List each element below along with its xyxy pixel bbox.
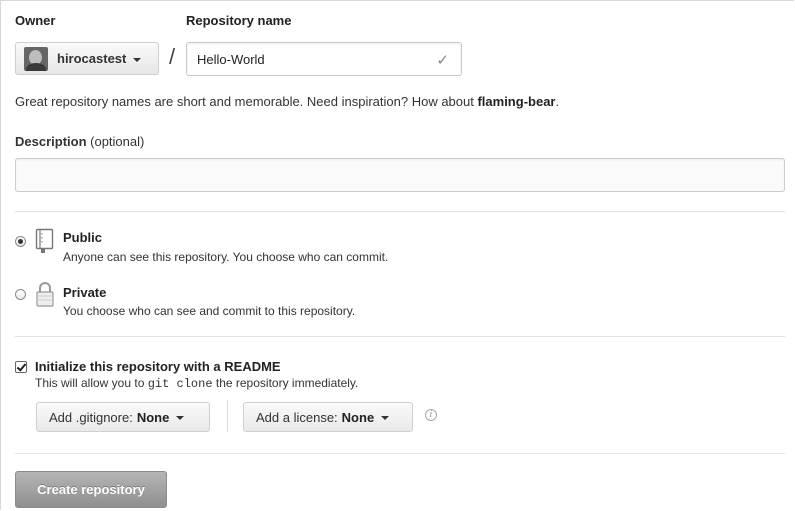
- public-radio[interactable]: [15, 236, 26, 247]
- description-input[interactable]: [15, 158, 785, 192]
- public-description: Anyone can see this repository. You choo…: [63, 250, 389, 264]
- description-label-text: Description: [15, 134, 87, 149]
- hint-end: .: [555, 94, 560, 109]
- owner-label: Owner: [15, 13, 56, 28]
- private-title: Private: [63, 285, 107, 300]
- create-repository-button[interactable]: Create repository: [15, 471, 167, 508]
- chevron-down-icon: [381, 416, 390, 420]
- private-description: You choose who can see and commit to thi…: [63, 304, 356, 318]
- readme-desc-post: the repository immediately.: [215, 376, 359, 390]
- divider: [15, 336, 785, 337]
- hint-text: Great repository names are short and mem…: [15, 94, 478, 109]
- chevron-down-icon: [176, 416, 185, 420]
- divider: [227, 400, 228, 432]
- readme-checkbox[interactable]: [15, 361, 27, 373]
- repo-name-hint: Great repository names are short and mem…: [15, 94, 559, 109]
- divider: [15, 211, 785, 212]
- gitignore-value: None: [136, 409, 170, 425]
- lock-icon: [36, 282, 54, 307]
- chevron-down-icon: [133, 57, 142, 62]
- readme-desc-code: git clone: [147, 377, 213, 391]
- divider: [15, 453, 785, 454]
- repository-name-value: Hello-World: [197, 51, 265, 67]
- gitignore-select[interactable]: Add .gitignore: None: [36, 402, 210, 432]
- gitignore-label: Add .gitignore:: [49, 409, 133, 425]
- avatar: [24, 46, 48, 71]
- readme-description: This will allow you to git clone the rep…: [35, 376, 358, 391]
- license-label: Add a license:: [256, 409, 338, 425]
- readme-desc-pre: This will allow you to: [35, 376, 145, 390]
- description-label: Description (optional): [15, 134, 144, 149]
- private-radio[interactable]: [15, 289, 26, 300]
- name-suggestion-link[interactable]: flaming-bear: [477, 94, 555, 109]
- license-value: None: [341, 409, 375, 425]
- repository-name-input[interactable]: Hello-World ✓: [186, 42, 462, 76]
- owner-select[interactable]: hirocastest: [15, 42, 159, 75]
- license-select[interactable]: Add a license: None: [243, 402, 413, 432]
- owner-name: hirocastest: [57, 51, 127, 66]
- check-icon: ✓: [436, 52, 449, 69]
- public-repo-icon: [35, 228, 54, 253]
- info-icon[interactable]: i: [425, 409, 437, 421]
- description-optional: (optional): [90, 134, 145, 149]
- public-title: Public: [63, 230, 103, 245]
- owner-repo-separator: /: [169, 44, 176, 69]
- repository-name-label: Repository name: [186, 13, 292, 28]
- readme-title: Initialize this repository with a README: [35, 359, 281, 374]
